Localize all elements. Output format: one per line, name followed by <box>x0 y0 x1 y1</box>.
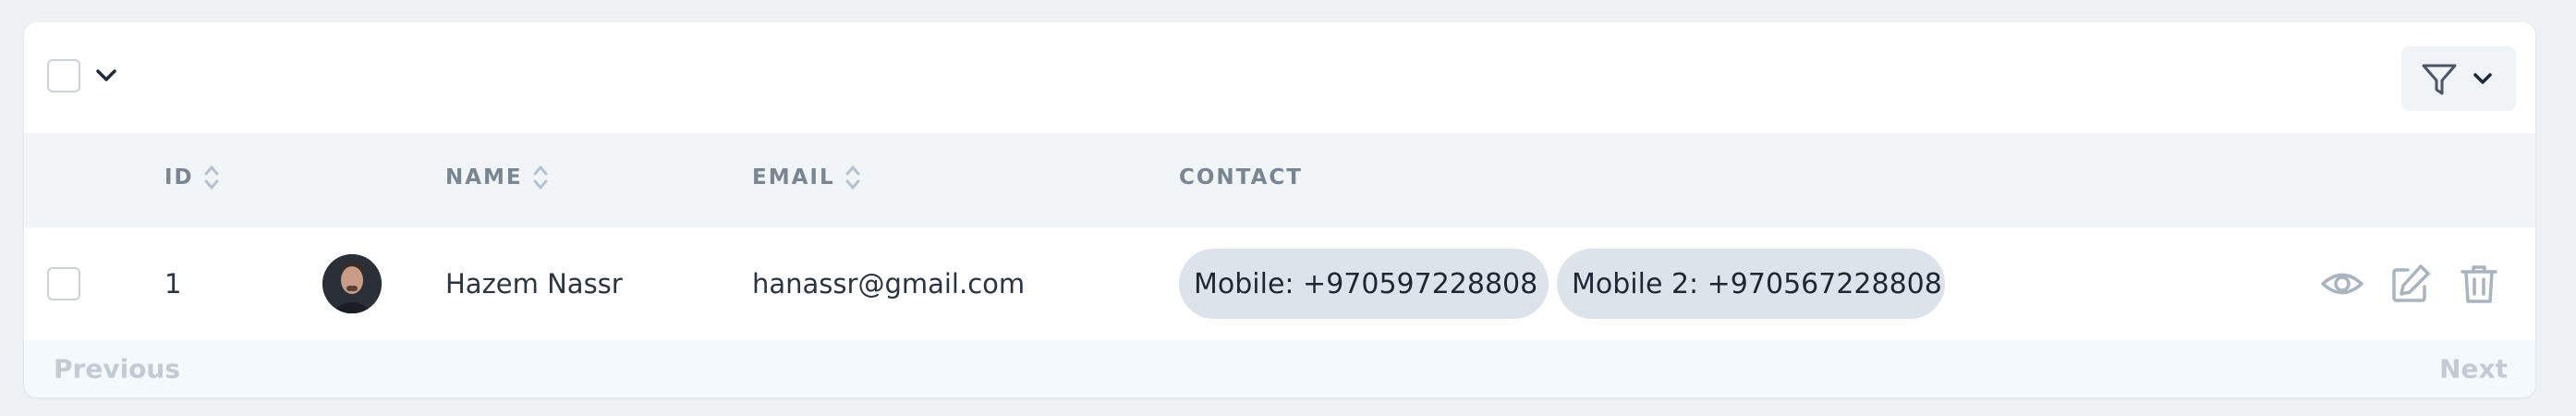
chevron-down-icon <box>2473 73 2492 84</box>
column-label: EMAIL <box>752 165 835 190</box>
edit-icon[interactable] <box>2388 261 2434 307</box>
cell-id: 1 <box>164 268 182 300</box>
eye-icon[interactable] <box>2319 261 2365 307</box>
cell-email: hanassr@gmail.com <box>752 268 1026 300</box>
table-pagination: Previous Next <box>24 340 2535 398</box>
contact-badge: Mobile: +970597228808 <box>1179 249 1549 319</box>
filter-button[interactable] <box>2401 46 2516 111</box>
contact-badge: Mobile 2: +970567228808 <box>1557 249 1945 319</box>
table-row[interactable]: 1 Hazem Nassr hanassr@gmail.com Mobile: … <box>24 227 2535 342</box>
select-all-checkbox[interactable] <box>47 59 80 92</box>
resource-table-card: ID NAME EMAIL CONTACT 1 Hazem Nassr hana… <box>24 22 2535 398</box>
column-label: NAME <box>445 165 523 190</box>
sort-icon[interactable] <box>844 164 861 191</box>
column-header-id[interactable]: ID <box>164 164 220 191</box>
avatar <box>322 254 382 313</box>
next-button[interactable]: Next <box>2439 354 2508 385</box>
column-label: CONTACT <box>1179 165 1303 190</box>
table-toolbar <box>24 22 2535 135</box>
previous-button[interactable]: Previous <box>54 354 180 385</box>
filter-icon <box>2422 64 2457 95</box>
row-checkbox[interactable] <box>47 267 80 300</box>
column-header-contact: CONTACT <box>1179 165 1303 190</box>
sort-icon[interactable] <box>532 164 549 191</box>
column-header-name[interactable]: NAME <box>445 164 549 191</box>
trash-icon[interactable] <box>2456 261 2502 307</box>
sort-icon[interactable] <box>203 164 220 191</box>
avatar-image <box>322 254 382 313</box>
column-header-email[interactable]: EMAIL <box>752 164 861 191</box>
chevron-down-icon[interactable] <box>94 67 118 85</box>
table-header: ID NAME EMAIL CONTACT <box>24 133 2535 229</box>
cell-name: Hazem Nassr <box>445 268 623 300</box>
column-label: ID <box>164 165 194 190</box>
